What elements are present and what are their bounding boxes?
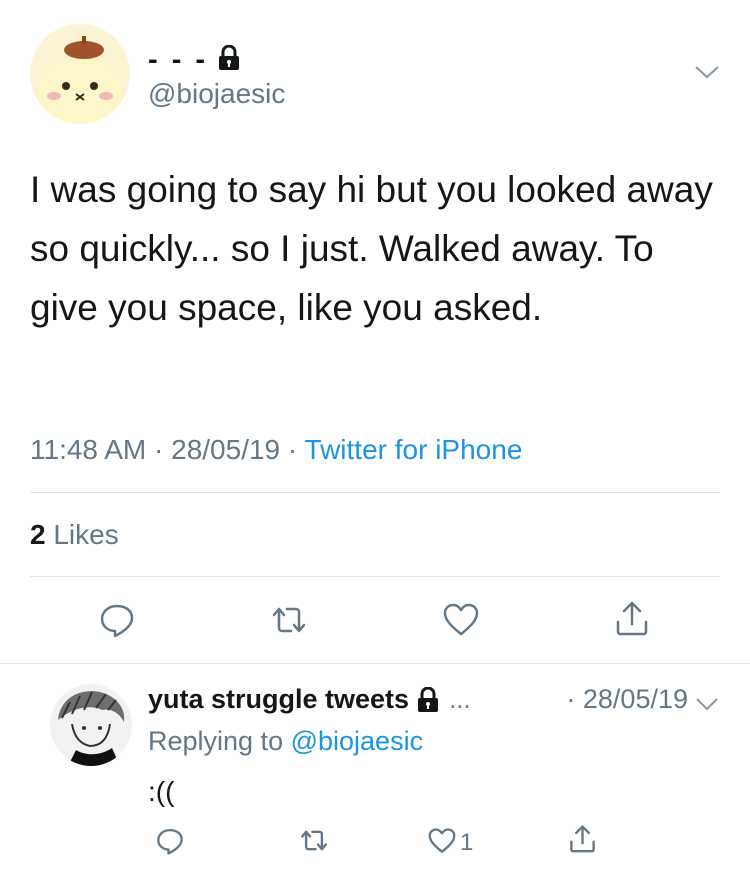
like-button[interactable] — [441, 602, 481, 642]
tweet-time: 11:48 AM — [30, 434, 147, 465]
reply-button[interactable] — [97, 602, 137, 642]
chevron-down-icon[interactable] — [695, 695, 719, 713]
divider — [30, 492, 720, 493]
heart-icon — [443, 603, 479, 642]
replying-to-link[interactable]: @biojaesic — [291, 726, 423, 756]
heart-icon — [428, 827, 456, 859]
likes-count[interactable]: 2 Likes — [30, 519, 119, 551]
avatar[interactable] — [30, 24, 130, 124]
retweet-icon — [299, 827, 329, 859]
likes-number: 2 — [30, 519, 46, 550]
tweet-text: I was going to say hi but you looked awa… — [30, 169, 713, 328]
meta-separator: · — [146, 434, 172, 465]
divider — [0, 663, 750, 664]
chevron-down-icon[interactable] — [694, 62, 720, 82]
reply-share-button[interactable] — [562, 821, 602, 861]
reply-like-count: 1 — [460, 829, 474, 856]
likes-label: Likes — [53, 519, 119, 550]
retweet-icon — [270, 603, 308, 642]
reply-display-name[interactable]: yuta struggle tweets — [148, 684, 409, 715]
reply-reply-button[interactable] — [150, 823, 190, 863]
handle[interactable]: @biojaesic — [148, 78, 285, 110]
display-name: - - - — [148, 44, 209, 76]
author-name-row[interactable]: - - - — [148, 44, 240, 77]
share-button[interactable] — [612, 600, 652, 640]
share-icon — [615, 600, 649, 641]
lock-icon — [417, 686, 439, 713]
share-icon — [569, 824, 596, 858]
reply-like-button[interactable] — [422, 823, 462, 863]
retweet-button[interactable] — [269, 602, 309, 642]
reply-retweet-button[interactable] — [294, 823, 334, 863]
tweet-detail-page: - - - @biojaesic I was going to say hi b… — [0, 0, 750, 877]
reply-icon — [156, 827, 184, 860]
reply-icon — [99, 602, 135, 643]
tweet-date: 28/05/19 — [171, 434, 281, 465]
reply-avatar[interactable] — [50, 684, 132, 766]
reply-date[interactable]: · 28/05/19 — [566, 684, 688, 715]
truncation-ellipsis: ... — [449, 684, 471, 714]
meta-separator: · — [280, 434, 305, 465]
tweet-source-link[interactable]: Twitter for iPhone — [305, 434, 523, 465]
lock-icon — [218, 44, 240, 76]
reply-header: yuta struggle tweets ... · 28/05/19 — [148, 684, 688, 715]
replying-prefix: Replying to — [148, 726, 291, 756]
replying-to: Replying to @biojaesic — [148, 726, 423, 757]
reply-text: :(( — [148, 776, 175, 807]
tweet-meta: 11:48 AM · 28/05/19 · Twitter for iPhone — [30, 434, 522, 466]
divider — [30, 576, 720, 577]
